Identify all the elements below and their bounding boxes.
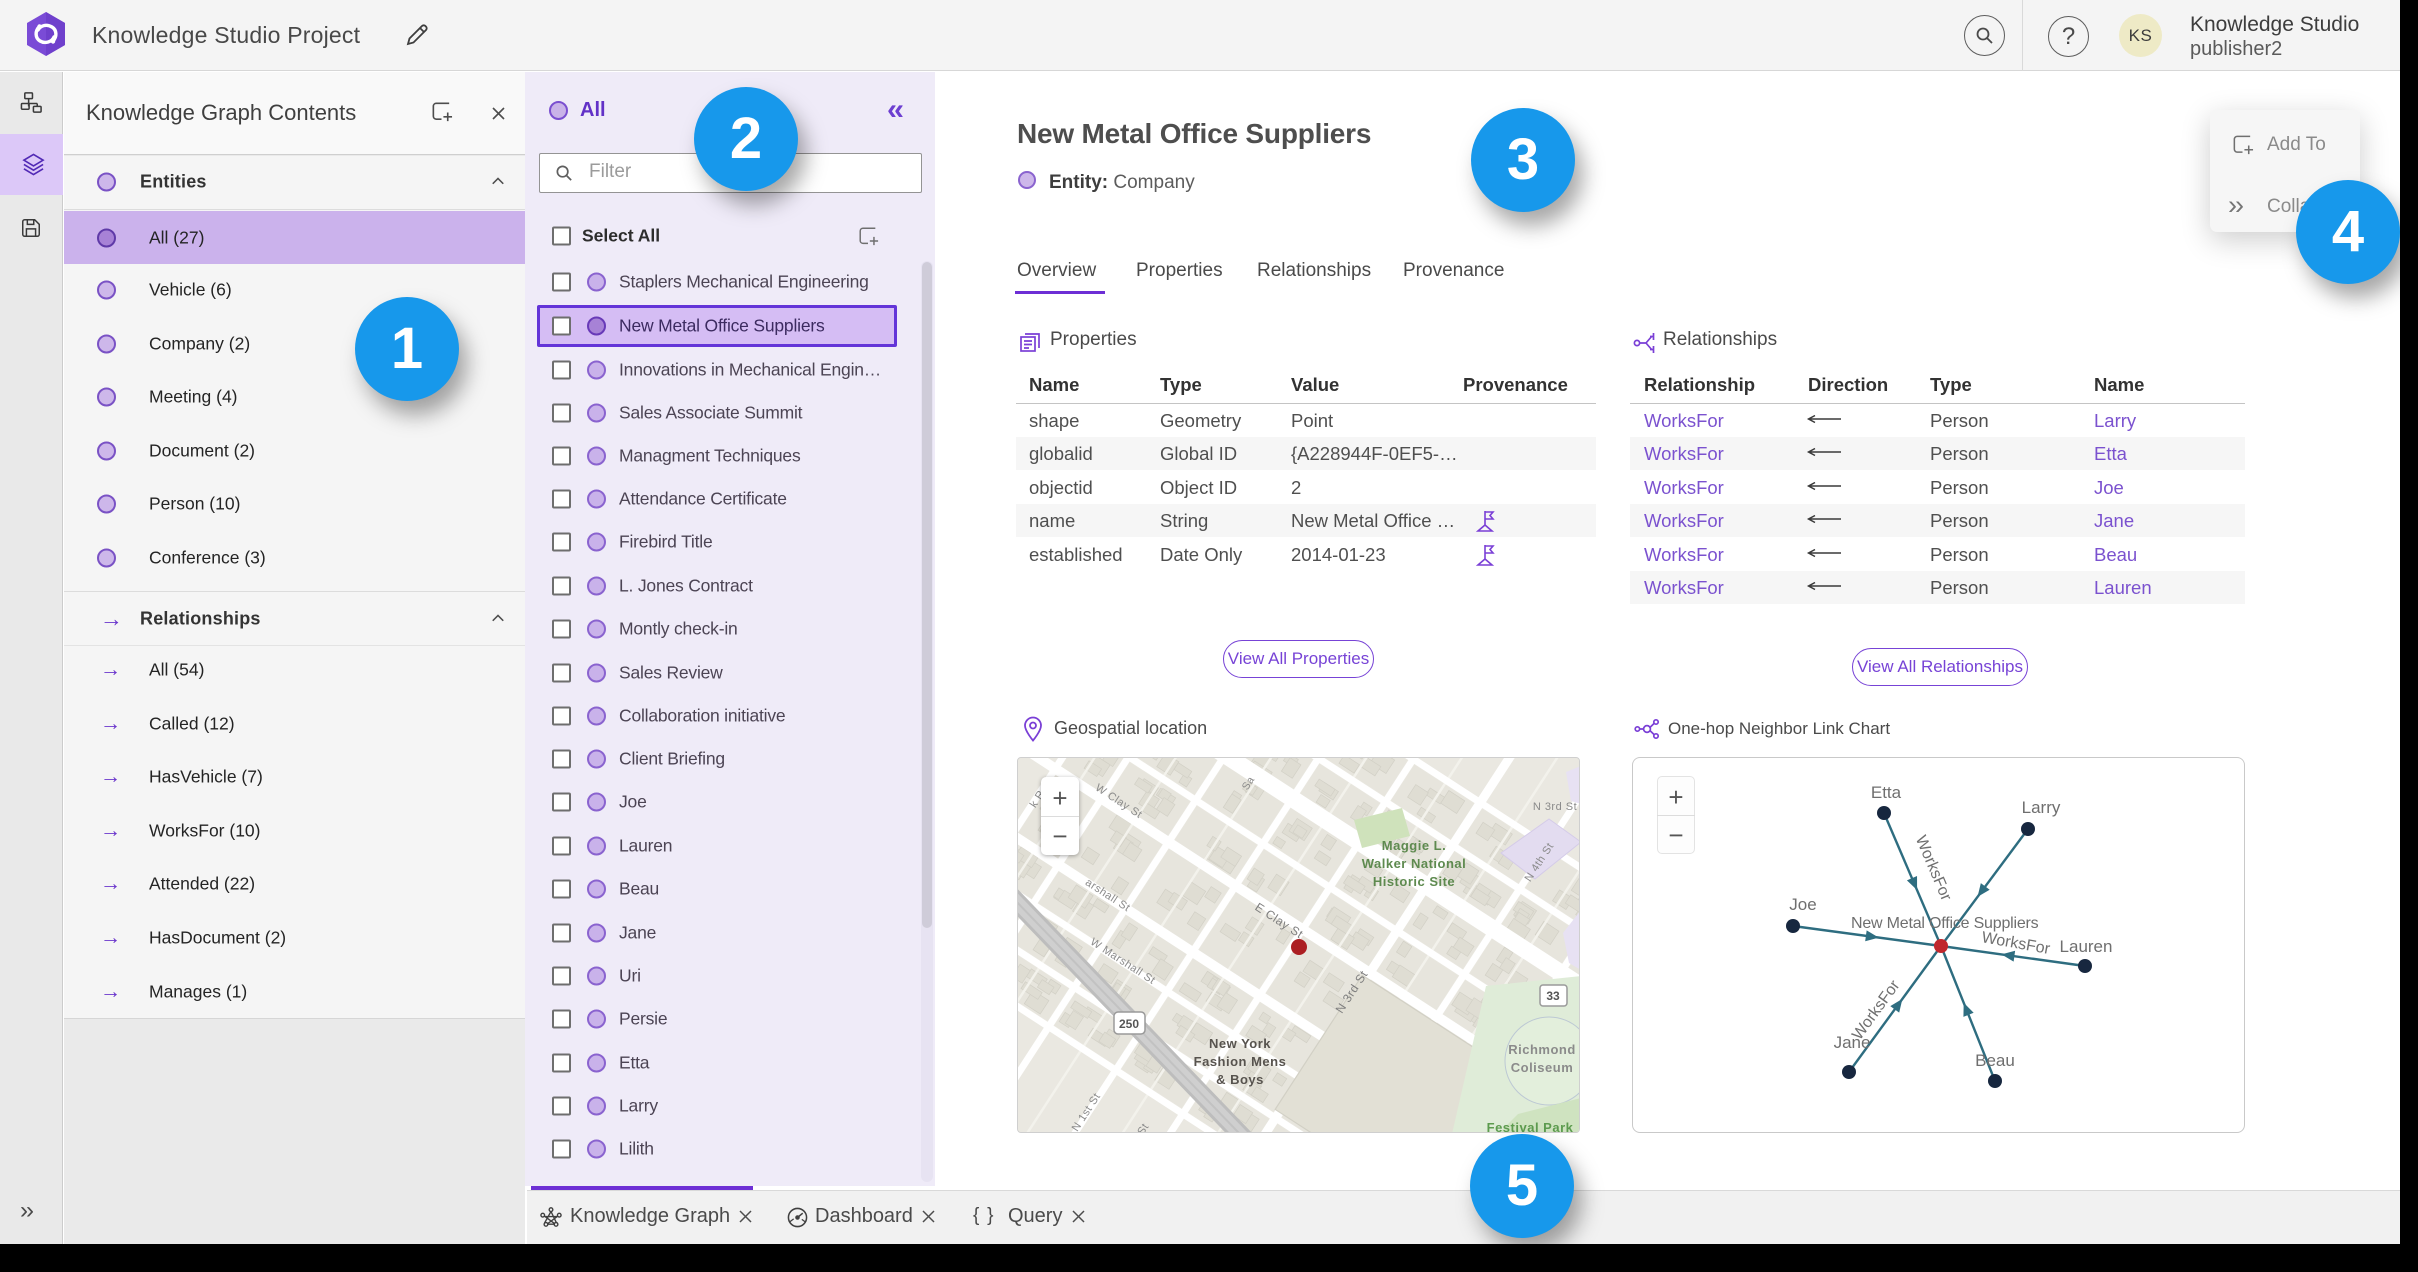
- svg-text:Etta: Etta: [1871, 783, 1902, 802]
- svg-text:New York: New York: [1209, 1036, 1271, 1051]
- svg-text:Beau: Beau: [1975, 1051, 2015, 1070]
- svg-text:Joe: Joe: [1789, 895, 1816, 914]
- svg-text:Fashion Mens: Fashion Mens: [1194, 1054, 1287, 1069]
- svg-text:New Metal Office Suppliers: New Metal Office Suppliers: [1851, 915, 2039, 932]
- svg-text:Richmond: Richmond: [1508, 1042, 1576, 1057]
- svg-text:Festival Park: Festival Park: [1487, 1120, 1574, 1133]
- svg-text:Lauren: Lauren: [2060, 937, 2113, 956]
- svg-text:Larry: Larry: [2022, 798, 2061, 817]
- svg-text:33: 33: [1546, 989, 1560, 1003]
- svg-text:Coliseum: Coliseum: [1511, 1060, 1574, 1075]
- svg-text:Walker National: Walker National: [1362, 856, 1467, 871]
- svg-text:Maggie L.: Maggie L.: [1382, 838, 1446, 853]
- svg-text:250: 250: [1119, 1017, 1139, 1031]
- svg-text:Historic Site: Historic Site: [1373, 874, 1455, 889]
- svg-text:& Boys: & Boys: [1216, 1072, 1264, 1087]
- svg-text:N 3rd St: N 3rd St: [1533, 801, 1577, 813]
